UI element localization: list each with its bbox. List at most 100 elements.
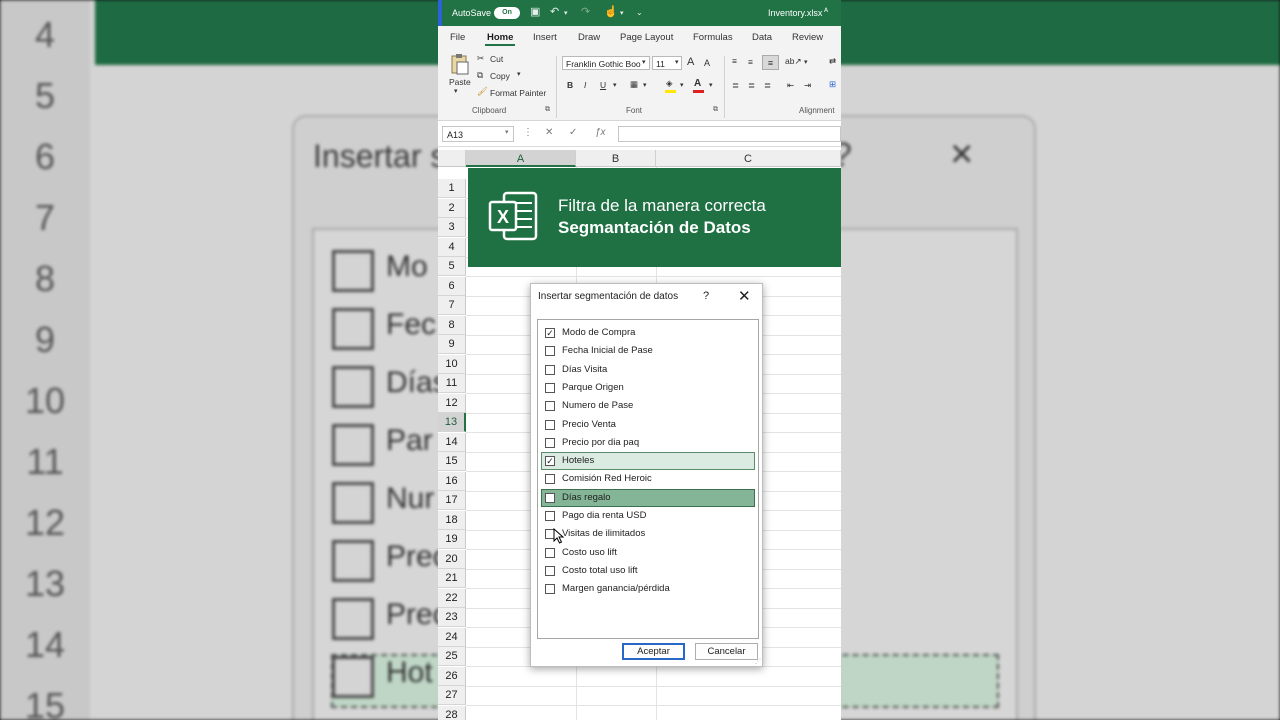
field-checkbox[interactable]: ✓: [545, 328, 555, 338]
field-item[interactable]: Parque Origen: [542, 380, 754, 396]
copy-button[interactable]: Copy: [490, 71, 510, 81]
field-checkbox[interactable]: [545, 401, 555, 412]
orientation-icon[interactable]: ab↗: [785, 56, 802, 67]
help-button[interactable]: ?: [703, 290, 709, 302]
row-header[interactable]: 22: [438, 588, 466, 608]
row-header[interactable]: 8: [438, 315, 466, 335]
clipboard-launcher-icon[interactable]: ⧉: [545, 106, 550, 114]
field-checkbox[interactable]: [545, 565, 555, 576]
grow-font-icon[interactable]: A: [687, 56, 694, 68]
decrease-indent-icon[interactable]: ⇤: [787, 80, 794, 91]
row-header[interactable]: 17: [438, 491, 466, 510]
row-header[interactable]: 16: [438, 471, 466, 491]
fill-color-icon[interactable]: ◈: [666, 78, 673, 89]
tab-draw[interactable]: Draw: [578, 32, 600, 43]
font-color-dropdown-icon[interactable]: ▾: [709, 81, 713, 89]
row-header[interactable]: 21: [438, 569, 466, 588]
field-item[interactable]: Comisión Red Heroic: [542, 471, 754, 487]
name-box-dropdown-icon[interactable]: ▾: [505, 128, 509, 136]
field-checkbox[interactable]: [545, 584, 555, 595]
customize-dropdown-icon[interactable]: ▾: [620, 9, 624, 17]
row-header[interactable]: 20: [438, 549, 466, 569]
paste-dropdown-icon[interactable]: ▾: [454, 87, 458, 95]
row-header[interactable]: 9: [438, 335, 466, 354]
autosave-toggle[interactable]: On: [494, 7, 520, 19]
align-right-icon[interactable]: ≣: [764, 80, 771, 91]
column-header-b[interactable]: B: [576, 150, 656, 167]
row-header[interactable]: 26: [438, 666, 466, 686]
format-painter-icon[interactable]: 🖌: [477, 86, 488, 97]
field-item[interactable]: Precio Venta: [542, 417, 754, 433]
row-header[interactable]: 10: [438, 354, 466, 374]
row-header[interactable]: 27: [438, 686, 466, 705]
select-all-corner[interactable]: [438, 150, 466, 167]
format-painter-button[interactable]: Format Painter: [490, 88, 546, 98]
copy-icon[interactable]: ⧉: [477, 70, 483, 81]
field-checkbox[interactable]: [545, 437, 555, 448]
bold-button[interactable]: B: [567, 80, 573, 90]
italic-button[interactable]: I: [584, 80, 586, 90]
font-color-icon[interactable]: A: [694, 78, 701, 89]
align-middle-icon[interactable]: ≡: [748, 57, 753, 67]
field-checkbox[interactable]: [545, 382, 555, 393]
field-item[interactable]: ✓ Modo de Compra: [542, 325, 754, 341]
row-header[interactable]: 1: [438, 179, 466, 198]
align-bottom-icon[interactable]: ≡: [762, 55, 779, 70]
copy-dropdown-icon[interactable]: ▾: [517, 70, 521, 78]
tab-data[interactable]: Data: [752, 32, 772, 43]
redo-icon[interactable]: ↷: [581, 5, 590, 18]
row-header[interactable]: 23: [438, 608, 466, 627]
row-header[interactable]: 25: [438, 647, 466, 666]
confirm-entry-icon[interactable]: ✓: [569, 127, 577, 138]
align-top-icon[interactable]: ≡: [732, 56, 737, 66]
row-header[interactable]: 2: [438, 198, 466, 218]
cancel-button[interactable]: Cancelar: [695, 643, 758, 660]
fill-color-dropdown-icon[interactable]: ▾: [680, 81, 684, 89]
font-size-dropdown-icon[interactable]: ▾: [675, 58, 679, 66]
font-name-dropdown-icon[interactable]: ▾: [642, 58, 646, 66]
merge-center-icon[interactable]: ⊞: [829, 79, 836, 90]
field-item[interactable]: Pago dia renta USD: [542, 508, 754, 524]
formula-input[interactable]: [618, 126, 841, 142]
field-item[interactable]: Días regalo: [541, 488, 755, 507]
row-header[interactable]: 4: [438, 237, 466, 257]
undo-dropdown-icon[interactable]: ▾: [564, 9, 568, 17]
increase-indent-icon[interactable]: ⇥: [804, 80, 811, 91]
tab-page-layout[interactable]: Page Layout: [620, 32, 673, 43]
row-header[interactable]: 28: [438, 705, 466, 720]
paste-icon[interactable]: [450, 53, 470, 75]
save-icon[interactable]: ▣: [530, 5, 540, 18]
tab-home[interactable]: Home: [487, 32, 513, 43]
row-header[interactable]: 18: [438, 510, 466, 530]
shrink-font-icon[interactable]: A: [704, 58, 710, 68]
field-item[interactable]: Margen ganancia/pérdida: [542, 581, 754, 597]
field-item[interactable]: ✓ Hoteles: [541, 452, 755, 471]
borders-dropdown-icon[interactable]: ▾: [643, 81, 647, 89]
field-item[interactable]: Numero de Pase: [542, 398, 754, 414]
field-item[interactable]: Precio por dia paq: [542, 435, 754, 451]
field-item[interactable]: Días Visita: [542, 362, 754, 378]
wrap-text-icon[interactable]: ⇄: [829, 56, 836, 67]
row-header[interactable]: 12: [438, 393, 466, 413]
field-checkbox[interactable]: ✓: [545, 456, 555, 467]
cancel-entry-icon[interactable]: ✕: [545, 127, 553, 138]
field-item[interactable]: Fecha Inicial de Pase: [542, 343, 754, 359]
field-item[interactable]: Costo uso lift: [542, 545, 754, 561]
row-header[interactable]: 7: [438, 296, 466, 315]
paste-button[interactable]: Paste: [449, 77, 471, 87]
column-header-a[interactable]: A: [466, 150, 576, 167]
tab-insert[interactable]: Insert: [533, 32, 557, 43]
row-header[interactable]: 13: [438, 413, 466, 432]
cut-icon[interactable]: ✂: [477, 53, 484, 64]
row-header[interactable]: 3: [438, 218, 466, 237]
field-checkbox[interactable]: [545, 346, 555, 357]
orientation-dropdown-icon[interactable]: ▾: [804, 58, 808, 66]
field-item[interactable]: Costo total uso lift: [542, 563, 754, 579]
filename-dropdown-icon[interactable]: ᴬ: [824, 6, 828, 16]
borders-icon[interactable]: ▦: [630, 79, 638, 90]
underline-dropdown-icon[interactable]: ▾: [613, 81, 617, 89]
row-header[interactable]: 24: [438, 627, 466, 647]
tab-formulas[interactable]: Formulas: [693, 32, 733, 43]
row-header[interactable]: 14: [438, 432, 466, 452]
resize-grip-icon[interactable]: ⋰: [755, 658, 761, 665]
